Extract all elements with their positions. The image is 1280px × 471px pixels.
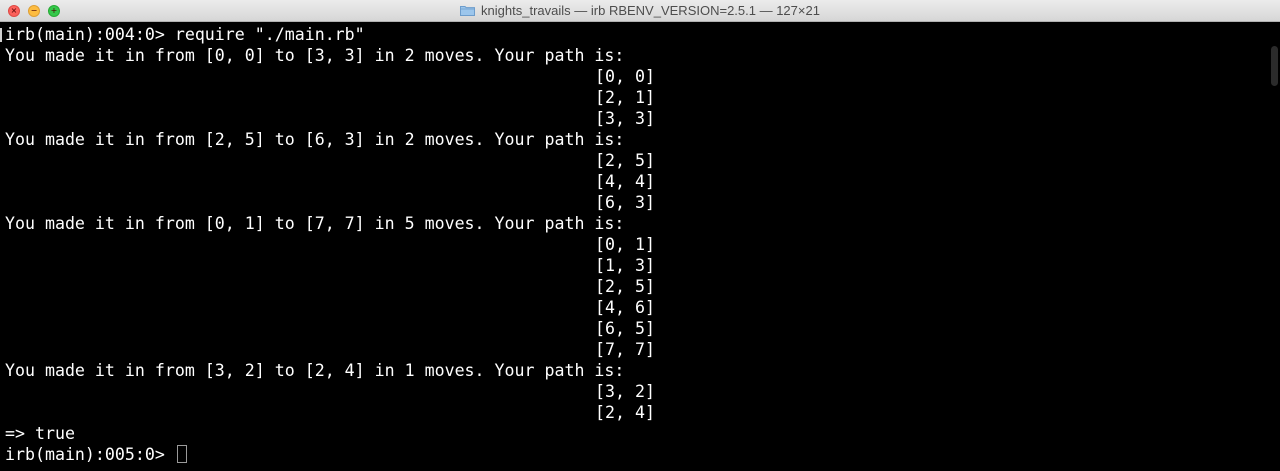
path-coordinate: [4, 4]	[595, 172, 655, 191]
path-coordinate: [2, 5]	[595, 151, 655, 170]
scrollbar-thumb[interactable]	[1271, 46, 1278, 86]
result-summary: You made it in from [3, 2] to [2, 4] in …	[5, 361, 625, 380]
text-cursor	[176, 445, 187, 463]
path-coordinate: [2, 4]	[595, 403, 655, 422]
folder-icon	[460, 5, 476, 16]
scrollbar[interactable]	[1270, 22, 1280, 471]
path-coordinate: [2, 5]	[595, 277, 655, 296]
path-coordinate: [6, 5]	[595, 319, 655, 338]
result-summary: You made it in from [0, 1] to [7, 7] in …	[5, 214, 625, 233]
path-coordinate: [3, 3]	[595, 109, 655, 128]
path-coordinate: [0, 1]	[595, 235, 655, 254]
result-summary: You made it in from [0, 0] to [3, 3] in …	[5, 46, 625, 65]
terminal-output[interactable]: irb(main):004:0> require "./main.rb" You…	[0, 22, 1270, 471]
path-coordinate: [4, 6]	[595, 298, 655, 317]
path-coordinate: [6, 3]	[595, 193, 655, 212]
return-value: => true	[5, 424, 75, 443]
window-title-text: — irb RBENV_VERSION=2.5.1 — 127×21	[570, 3, 820, 18]
title-bar[interactable]: × − + knights_travails — irb RBENV_VERSI…	[0, 0, 1280, 22]
path-coordinate: [2, 1]	[595, 88, 655, 107]
path-coordinate: [7, 7]	[595, 340, 655, 359]
terminal-window: × − + knights_travails — irb RBENV_VERSI…	[0, 0, 1280, 471]
final-prompt[interactable]: irb(main):005:0>	[5, 444, 187, 465]
path-coordinate: [0, 0]	[595, 67, 655, 86]
window-title: knights_travails — irb RBENV_VERSION=2.5…	[0, 0, 1280, 22]
path-coordinate: [1, 3]	[595, 256, 655, 275]
folder-name: knights_travails	[481, 3, 571, 18]
result-summary: You made it in from [2, 5] to [6, 3] in …	[5, 130, 625, 149]
prompt-line: irb(main):004:0> require "./main.rb"	[5, 25, 365, 44]
final-prompt-text: irb(main):005:0>	[5, 445, 175, 464]
path-coordinate: [3, 2]	[595, 382, 655, 401]
